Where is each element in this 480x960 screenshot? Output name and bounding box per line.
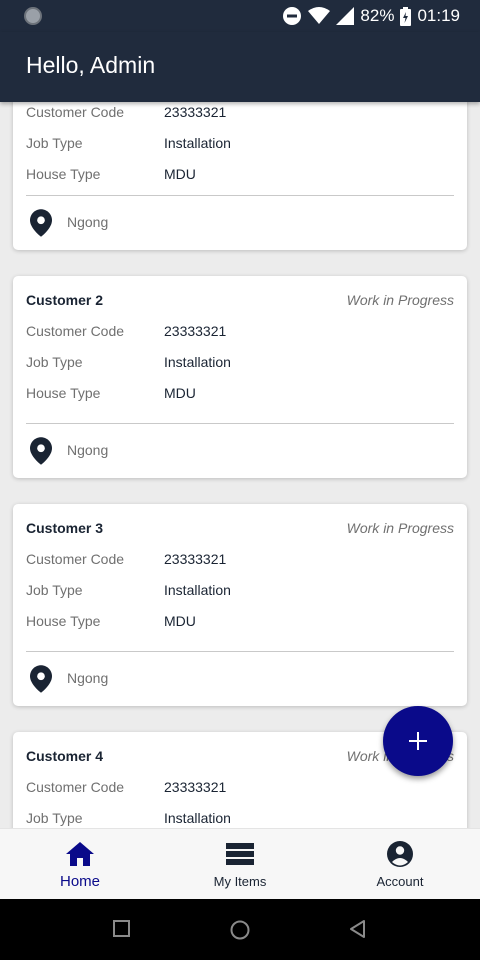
- job-card-2[interactable]: Customer 2 Work in Progress Customer Cod…: [13, 276, 467, 478]
- wifi-icon: [308, 7, 331, 24]
- detail-label: Customer Code: [26, 104, 125, 120]
- add-job-button[interactable]: [383, 706, 453, 776]
- location-text: Ngong: [67, 214, 109, 230]
- detail-value: 23333321: [164, 104, 227, 120]
- detail-label: Job Type: [26, 354, 83, 370]
- detail-label: Customer Code: [26, 551, 125, 567]
- detail-value: MDU: [164, 613, 196, 629]
- divider: [26, 195, 454, 196]
- recents-icon[interactable]: [112, 919, 132, 939]
- detail-value: Installation: [164, 135, 231, 151]
- nav-item-home[interactable]: Home: [0, 829, 160, 900]
- clock: 01:19: [417, 6, 460, 25]
- customer-name: Customer 2: [26, 292, 104, 308]
- nav-label: Account: [376, 874, 424, 889]
- nav-label: My Items: [213, 874, 267, 889]
- notification-dot-icon: [24, 7, 42, 25]
- card-header: Customer 3 Work in Progress: [26, 520, 454, 538]
- divider: [26, 423, 454, 424]
- account-circle-icon: [387, 841, 413, 867]
- detail-label: Job Type: [26, 810, 83, 826]
- detail-value: Installation: [164, 582, 231, 598]
- home-icon: [66, 842, 94, 866]
- detail-value: Installation: [164, 354, 231, 370]
- detail-label: Customer Code: [26, 779, 125, 795]
- detail-label: Customer Code: [26, 323, 125, 339]
- battery-percent: 82%: [360, 6, 395, 25]
- detail-label: House Type: [26, 166, 101, 182]
- cell-signal-icon: [336, 7, 355, 25]
- detail-value: Installation: [164, 810, 231, 826]
- detail-value: 23333321: [164, 551, 227, 567]
- system-nav-bar: [0, 899, 480, 960]
- location-pin-icon: [30, 665, 52, 693]
- nav-item-my-items[interactable]: My Items: [160, 829, 320, 900]
- detail-value: 23333321: [164, 779, 227, 795]
- location-pin-icon: [30, 437, 52, 465]
- battery-charging-icon: [400, 6, 412, 26]
- detail-value: MDU: [164, 385, 196, 401]
- nav-label: Home: [59, 873, 100, 890]
- back-icon[interactable]: [348, 919, 368, 939]
- nav-item-account[interactable]: Account: [320, 829, 480, 900]
- page-title: Hello, Admin: [26, 52, 156, 78]
- app-bar: Hello, Admin: [0, 32, 480, 102]
- customer-name: Customer 3: [26, 520, 104, 536]
- job-status: Work in Progress: [346, 292, 454, 308]
- location-pin-icon: [30, 209, 52, 237]
- card-header: Customer 2 Work in Progress: [26, 292, 454, 310]
- detail-label: Job Type: [26, 135, 83, 151]
- bottom-nav: Home My Items Account: [0, 828, 480, 899]
- divider: [26, 651, 454, 652]
- detail-value: 23333321: [164, 323, 227, 339]
- location-text: Ngong: [67, 670, 109, 686]
- status-icons: 82% 01:19: [282, 5, 460, 27]
- job-card-1[interactable]: Customer Code 23333321 Job Type Installa…: [13, 102, 467, 250]
- job-card-3[interactable]: Customer 3 Work in Progress Customer Cod…: [13, 504, 467, 706]
- detail-label: Job Type: [26, 582, 83, 598]
- list-icon: [226, 843, 254, 865]
- do-not-disturb-icon: [283, 7, 302, 25]
- location-text: Ngong: [67, 442, 109, 458]
- detail-label: House Type: [26, 385, 101, 401]
- detail-label: House Type: [26, 613, 101, 629]
- customer-name: Customer 4: [26, 748, 104, 764]
- home-circle-icon[interactable]: [229, 919, 251, 941]
- status-bar: 82% 01:19: [0, 0, 480, 32]
- detail-value: MDU: [164, 166, 196, 182]
- job-status: Work in Progress: [346, 520, 454, 536]
